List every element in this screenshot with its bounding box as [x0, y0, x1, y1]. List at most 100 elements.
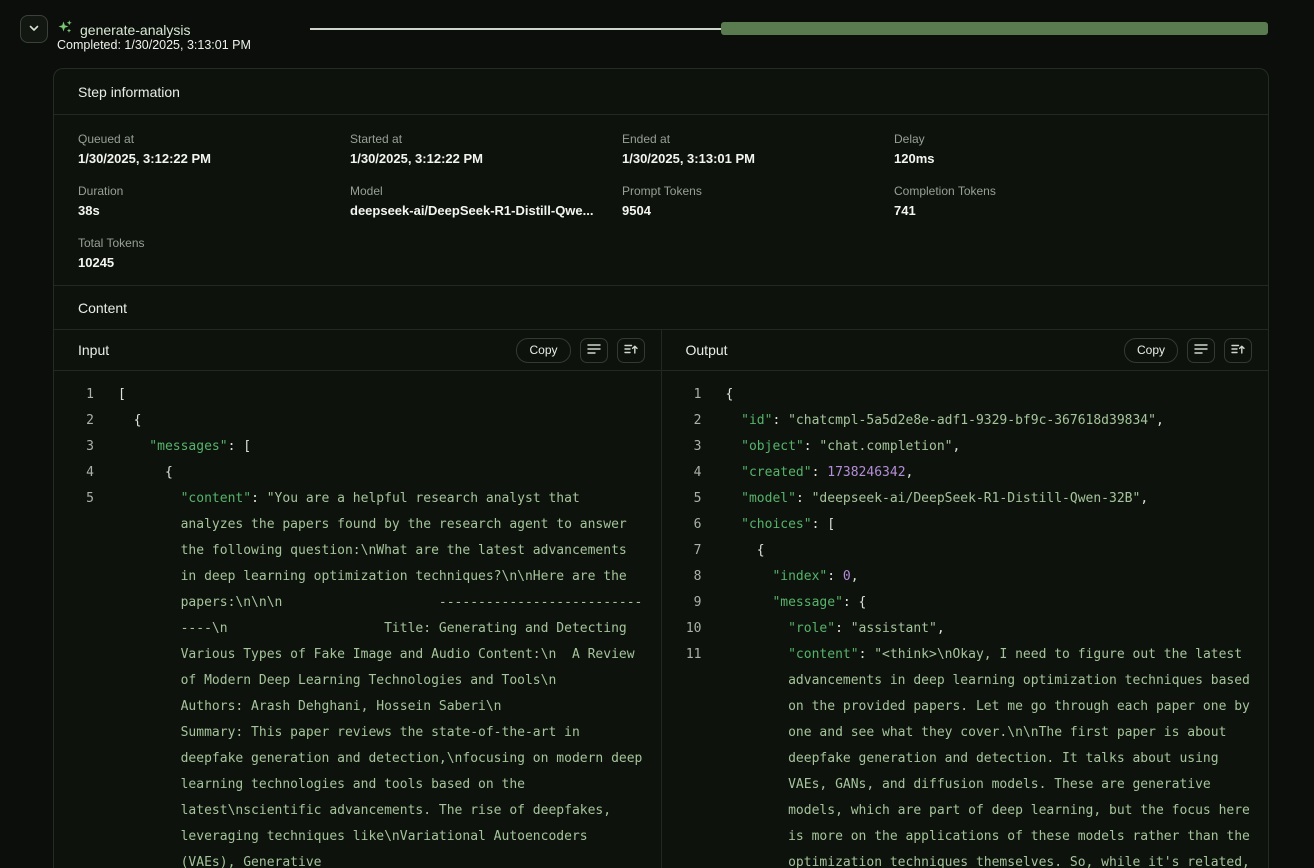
info-field: Started at 1/30/2025, 3:12:22 PM: [350, 132, 622, 166]
step-information-header: Step information: [54, 69, 1268, 115]
wrap-text-button[interactable]: [1187, 338, 1215, 363]
line-number: 9: [662, 590, 702, 616]
info-field-label: Queued at: [78, 132, 350, 146]
code-line: 5 "content": "You are a helpful research …: [54, 486, 647, 868]
output-panel-header: Output Copy: [662, 330, 1269, 371]
code-line-content: "message": {: [726, 590, 1255, 616]
code-line: 11"content": "<think>\nOkay, I need to f…: [662, 642, 1255, 868]
input-panel-title: Input: [78, 342, 507, 358]
line-number: 7: [662, 538, 702, 564]
step-completed-timestamp: Completed: 1/30/2025, 3:13:01 PM: [57, 38, 251, 52]
line-number: 6: [662, 512, 702, 538]
code-line: 6 "choices": [: [662, 512, 1255, 538]
output-code-viewer[interactable]: 1{2"id": "chatcmpl-5a5d2e8e-adf1-9329-bf…: [662, 371, 1269, 868]
output-panel: Output Copy 1{2"id": "chatcmpl-5a5d2e8e-…: [661, 330, 1269, 868]
line-number: 8: [662, 564, 702, 590]
code-line-content: [: [118, 382, 647, 408]
code-line-content: "content": "You are a helpful research a…: [118, 486, 647, 868]
code-line-content: {: [118, 460, 647, 486]
info-field-label: Prompt Tokens: [622, 184, 894, 198]
code-line: 2 "id": "chatcmpl-5a5d2e8e-adf1-9329-bf9c…: [662, 408, 1255, 434]
info-field-value: 9504: [622, 203, 894, 218]
info-field-label: Duration: [78, 184, 350, 198]
step-header: generate-analysis: [57, 19, 191, 40]
code-line-content: "model": "deepseek-ai/DeepSeek-R1-Distil…: [726, 486, 1255, 512]
code-line-content: "choices": [: [726, 512, 1255, 538]
scroll-to-top-button[interactable]: [617, 338, 645, 363]
line-number: 10: [662, 616, 702, 642]
info-field-label: Ended at: [622, 132, 894, 146]
code-line-content: {: [118, 408, 647, 434]
code-line-content: "role": "assistant",: [726, 616, 1255, 642]
step-detail-panel: Step information Queued at1/30/2025, 3:1…: [53, 68, 1269, 868]
info-field: Prompt Tokens 9504: [622, 184, 894, 218]
wrap-text-icon: [1194, 342, 1208, 359]
line-number: 1: [662, 382, 702, 408]
code-line-content: {: [726, 382, 1255, 408]
info-field-value: 1/30/2025, 3:12:22 PM: [350, 151, 622, 166]
info-field-value: deepseek-ai/DeepSeek-R1-Distill-Qwe...: [350, 203, 622, 218]
info-field: Completion Tokens 741: [894, 184, 1166, 218]
info-field: Delay120ms: [894, 132, 1166, 166]
scroll-to-top-button[interactable]: [1224, 338, 1252, 363]
input-code-viewer[interactable]: 1[2{3"messages": [4{5"content": "You are…: [54, 371, 661, 868]
line-number: 4: [54, 460, 94, 486]
info-field: Total Tokens10245: [78, 236, 350, 270]
info-field-label: Started at: [350, 132, 622, 146]
code-line-content: "created": 1738246342,: [726, 460, 1255, 486]
code-line: 2{: [54, 408, 647, 434]
info-field: Modeldeepseek-ai/DeepSeek-R1-Distill-Qwe…: [350, 184, 622, 218]
info-field: Duration 38s: [78, 184, 350, 218]
info-field-value: 741: [894, 203, 1166, 218]
step-information-grid: Queued at1/30/2025, 3:12:22 PMStarted at…: [54, 115, 1268, 285]
line-number: 4: [662, 460, 702, 486]
code-line: 3 "object": "chat.completion",: [662, 434, 1255, 460]
generation-sparkle-icon: [57, 19, 73, 40]
chevron-down-icon: [27, 21, 41, 38]
code-line: 1{: [662, 382, 1255, 408]
code-line: 9 "message": {: [662, 590, 1255, 616]
line-number: 5: [662, 486, 702, 512]
output-panel-title: Output: [686, 342, 1115, 358]
info-field-value: 1/30/2025, 3:13:01 PM: [622, 151, 894, 166]
timeline-track: [310, 28, 721, 30]
info-field-value: 1/30/2025, 3:12:22 PM: [78, 151, 350, 166]
input-output-split: Input Copy 1[2{3"messages": [4{5"content…: [54, 330, 1268, 868]
info-field-label: Completion Tokens: [894, 184, 1166, 198]
info-field-value: 38s: [78, 203, 350, 218]
line-number: 3: [54, 434, 94, 460]
scroll-to-top-icon: [624, 342, 638, 359]
scroll-to-top-icon: [1231, 342, 1245, 359]
code-line: 3 "messages": [: [54, 434, 647, 460]
code-line-content: "id": "chatcmpl-5a5d2e8e-adf1-9329-bf9c-…: [726, 408, 1255, 434]
copy-output-button[interactable]: Copy: [1124, 338, 1178, 363]
wrap-text-icon: [587, 342, 601, 359]
content-section-header: Content: [54, 285, 1268, 330]
input-panel: Input Copy 1[2{3"messages": [4{5"content…: [54, 330, 661, 868]
code-line: 1[: [54, 382, 647, 408]
code-line-content: "index": 0,: [726, 564, 1255, 590]
step-title: generate-analysis: [80, 22, 191, 38]
info-field: Ended at 1/30/2025, 3:13:01 PM: [622, 132, 894, 166]
collapse-button[interactable]: [20, 15, 48, 43]
code-line-content: "messages": [: [118, 434, 647, 460]
code-line: 8 "index": 0,: [662, 564, 1255, 590]
info-field-value: 10245: [78, 255, 350, 270]
line-number: 5: [54, 486, 94, 512]
line-number: 1: [54, 382, 94, 408]
code-line: 5 "model": "deepseek-ai/DeepSeek-R1-Disti…: [662, 486, 1255, 512]
code-line: 4{: [54, 460, 647, 486]
wrap-text-button[interactable]: [580, 338, 608, 363]
step-information-title: Step information: [78, 84, 180, 100]
code-line-content: "content": "<think>\nOkay, I need to fig…: [726, 642, 1255, 868]
line-number: 2: [662, 408, 702, 434]
info-field: Queued at 1/30/2025, 3:12:22 PM: [78, 132, 350, 166]
code-line: 4 "created": 1738246342,: [662, 460, 1255, 486]
copy-input-button[interactable]: Copy: [516, 338, 570, 363]
line-number: 3: [662, 434, 702, 460]
input-panel-header: Input Copy: [54, 330, 661, 371]
code-line-content: {: [726, 538, 1255, 564]
timeline-span-bar[interactable]: [721, 22, 1268, 35]
code-line-content: "object": "chat.completion",: [726, 434, 1255, 460]
info-field-value: 120ms: [894, 151, 1166, 166]
